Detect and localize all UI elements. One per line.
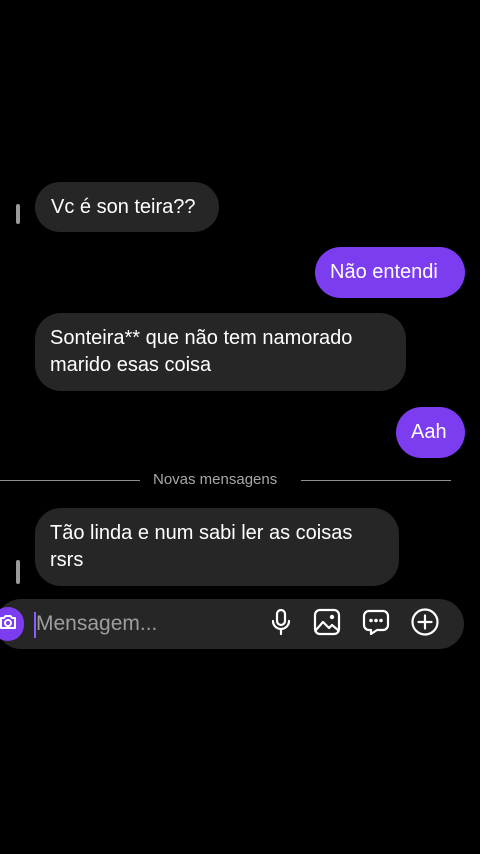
divider-line-left	[0, 480, 140, 481]
message-text: Não entendi	[330, 261, 438, 283]
sticker-icon	[362, 608, 390, 641]
image-icon	[313, 608, 341, 641]
message-input[interactable]: Mensagem...	[36, 610, 157, 638]
microphone-button[interactable]	[266, 608, 296, 641]
microphone-icon	[268, 608, 294, 641]
message-text-line: Sonteira** que não tem namorado	[50, 327, 353, 349]
incoming-message-bubble[interactable]: Sonteira** que não tem namorado marido e…	[35, 313, 406, 391]
sender-avatar	[16, 560, 20, 584]
camera-icon	[0, 614, 17, 635]
divider-line-right	[301, 480, 451, 481]
sticker-button[interactable]	[361, 609, 391, 639]
message-text-line: Tão linda e num sabi ler as coisas	[50, 522, 353, 544]
gallery-button[interactable]	[312, 608, 342, 641]
incoming-message-bubble[interactable]: Vc é son teira??	[35, 182, 219, 232]
message-text-line: rsrs	[50, 549, 84, 571]
outgoing-message-bubble[interactable]: Não entendi	[315, 247, 465, 298]
incoming-message-bubble[interactable]: Tão linda e num sabi ler as coisas rsrs	[35, 508, 399, 586]
message-text: Vc é son teira??	[51, 196, 196, 218]
add-icon	[410, 607, 440, 642]
message-text: Aah	[411, 421, 447, 443]
sender-avatar	[16, 204, 20, 224]
new-messages-divider: Novas mensagens	[153, 471, 278, 488]
outgoing-message-bubble[interactable]: Aah	[396, 407, 465, 458]
message-text-line: marido esas coisa	[50, 354, 212, 376]
add-button[interactable]	[410, 607, 440, 642]
